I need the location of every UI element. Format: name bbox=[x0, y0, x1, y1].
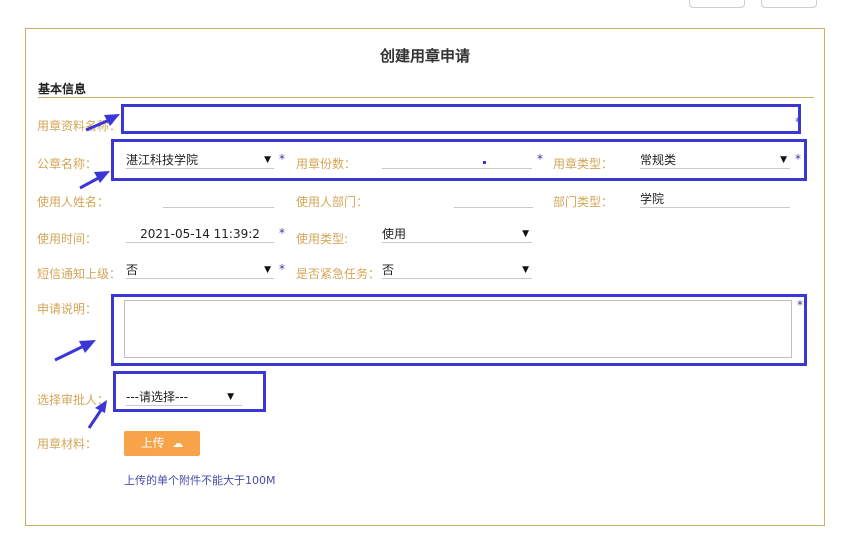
annotation-arrows bbox=[54, 114, 120, 429]
arrow-head-seal-row bbox=[94, 171, 110, 183]
